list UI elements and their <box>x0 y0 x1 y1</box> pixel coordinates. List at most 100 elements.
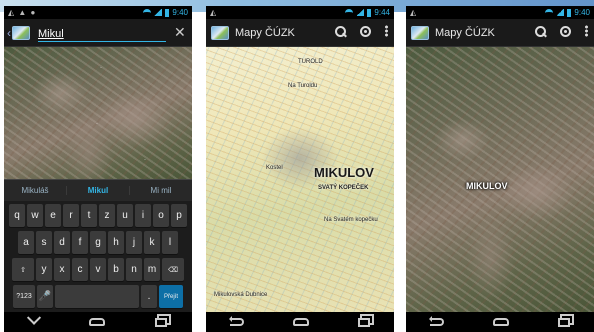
nav-bar <box>4 310 192 332</box>
search-action-bar: ‹ ✕ <box>4 19 192 47</box>
wifi-icon <box>345 9 354 16</box>
key-l[interactable]: l <box>162 231 178 254</box>
recent-apps-icon[interactable] <box>357 317 370 327</box>
period-key[interactable]: . <box>141 285 157 308</box>
search-icon[interactable] <box>335 25 346 37</box>
battery-icon <box>567 8 572 17</box>
map-label: Kostel <box>266 165 283 171</box>
key-c[interactable]: c <box>72 258 88 281</box>
backspace-key[interactable]: ⌫ <box>162 258 184 281</box>
status-time: 9:40 <box>172 8 188 17</box>
search-icon[interactable] <box>535 25 546 37</box>
overflow-menu-icon[interactable] <box>385 25 388 37</box>
key-n[interactable]: n <box>126 258 142 281</box>
search-input[interactable] <box>38 25 166 42</box>
key-g[interactable]: g <box>90 231 106 254</box>
key-z[interactable]: z <box>99 204 115 227</box>
key-u[interactable]: u <box>117 204 133 227</box>
satellite-map[interactable]: · · · <box>4 47 192 179</box>
key-w[interactable]: w <box>27 204 43 227</box>
shift-key[interactable]: ⇧ <box>12 258 34 281</box>
key-j[interactable]: j <box>126 231 142 254</box>
nav-bar <box>406 312 594 332</box>
keyboard-row: q w e r t z u i o p <box>6 204 190 227</box>
town-label: MIKULOV <box>466 181 508 191</box>
key-v[interactable]: v <box>90 258 106 281</box>
suggestion-item-selected[interactable]: Mikul <box>66 186 130 195</box>
key-d[interactable]: d <box>54 231 70 254</box>
suggestion-strip: Mikuláš Mikul Mi mil <box>4 179 192 201</box>
keyboard-row: ⇧ y x c v b n m ⌫ <box>6 258 190 281</box>
wifi-icon <box>143 9 152 16</box>
phone-screen-topo: ◭ 9:44 Mapy ČÚZK TUROLD Na Turoldu Koste… <box>206 6 394 332</box>
town-label: MIKULOV <box>314 165 374 180</box>
map-label: · <box>144 157 146 163</box>
status-bar: ◭ 9:40 <box>406 6 594 19</box>
app-title: Mapy ČÚZK <box>235 26 295 39</box>
keyboard-row: a s d f g h j k l <box>6 231 190 254</box>
home-icon[interactable] <box>89 318 105 326</box>
topographic-map[interactable]: TUROLD Na Turoldu Kostel MIKULOV SVATÝ K… <box>206 47 394 312</box>
key-e[interactable]: e <box>45 204 61 227</box>
suggestion-item[interactable]: Mikuláš <box>4 186 66 195</box>
key-r[interactable]: r <box>63 204 79 227</box>
recent-apps-icon[interactable] <box>557 317 570 327</box>
recent-apps-icon[interactable] <box>155 317 167 327</box>
overflow-menu-icon[interactable] <box>585 25 588 37</box>
key-i[interactable]: i <box>135 204 151 227</box>
key-m[interactable]: m <box>144 258 160 281</box>
phone-screen-satellite: ◭ 9:40 Mapy ČÚZK MIKULOV <box>406 6 594 332</box>
battery-icon <box>367 8 372 17</box>
app-title: Mapy ČÚZK <box>435 26 495 39</box>
map-label: TUROLD <box>298 59 323 65</box>
hide-keyboard-icon[interactable] <box>26 310 42 325</box>
action-bar: Mapy ČÚZK <box>206 19 394 47</box>
key-o[interactable]: o <box>153 204 169 227</box>
signal-icon <box>356 9 365 16</box>
phone-screen-search: ◭ ▲ ● 9:40 ‹ ✕ · · · Mikuláš Mikul Mi mi… <box>4 6 192 332</box>
microphone-icon[interactable]: 🎤 <box>37 285 53 308</box>
map-label: Mikulovská Dubnice <box>214 292 268 298</box>
key-h[interactable]: h <box>108 231 124 254</box>
status-time: 9:44 <box>374 8 390 17</box>
satellite-map[interactable]: MIKULOV <box>406 47 594 312</box>
go-key[interactable]: Přejít <box>159 285 183 308</box>
app-map-icon[interactable] <box>211 25 229 40</box>
status-time: 9:40 <box>574 8 590 17</box>
signal-icon <box>154 9 163 16</box>
home-icon[interactable] <box>292 318 309 326</box>
app-map-icon[interactable] <box>411 25 429 40</box>
back-icon[interactable] <box>229 316 245 326</box>
app-map-icon[interactable] <box>12 25 30 40</box>
key-f[interactable]: f <box>72 231 88 254</box>
notification-icons: ◭ <box>410 8 418 17</box>
map-label: · <box>100 65 102 71</box>
symbols-key[interactable]: ?123 <box>13 285 35 308</box>
nav-bar <box>206 312 394 332</box>
back-icon[interactable] <box>429 316 445 326</box>
map-label: SVATÝ KOPEČEK <box>318 185 369 191</box>
keyboard-row: ?123 🎤 . Přejít <box>6 285 190 308</box>
key-t[interactable]: t <box>81 204 97 227</box>
key-q[interactable]: q <box>9 204 25 227</box>
home-icon[interactable] <box>492 318 509 326</box>
key-s[interactable]: s <box>36 231 52 254</box>
map-label: · <box>96 121 98 127</box>
wifi-icon <box>545 9 554 16</box>
back-arrow-icon[interactable]: ‹ <box>7 26 11 40</box>
key-k[interactable]: k <box>144 231 160 254</box>
battery-icon <box>165 8 170 17</box>
key-a[interactable]: a <box>18 231 34 254</box>
suggestion-item[interactable]: Mi mil <box>130 186 192 195</box>
my-location-icon[interactable] <box>560 25 571 37</box>
search-field[interactable] <box>38 24 166 42</box>
my-location-icon[interactable] <box>360 25 371 37</box>
space-key[interactable] <box>55 285 139 308</box>
map-label: Na Svatém kopečku <box>324 217 378 223</box>
key-y[interactable]: y <box>36 258 52 281</box>
key-b[interactable]: b <box>108 258 124 281</box>
close-icon[interactable]: ✕ <box>174 24 186 41</box>
key-p[interactable]: p <box>171 204 187 227</box>
notification-icons: ◭ <box>210 8 218 17</box>
key-x[interactable]: x <box>54 258 70 281</box>
